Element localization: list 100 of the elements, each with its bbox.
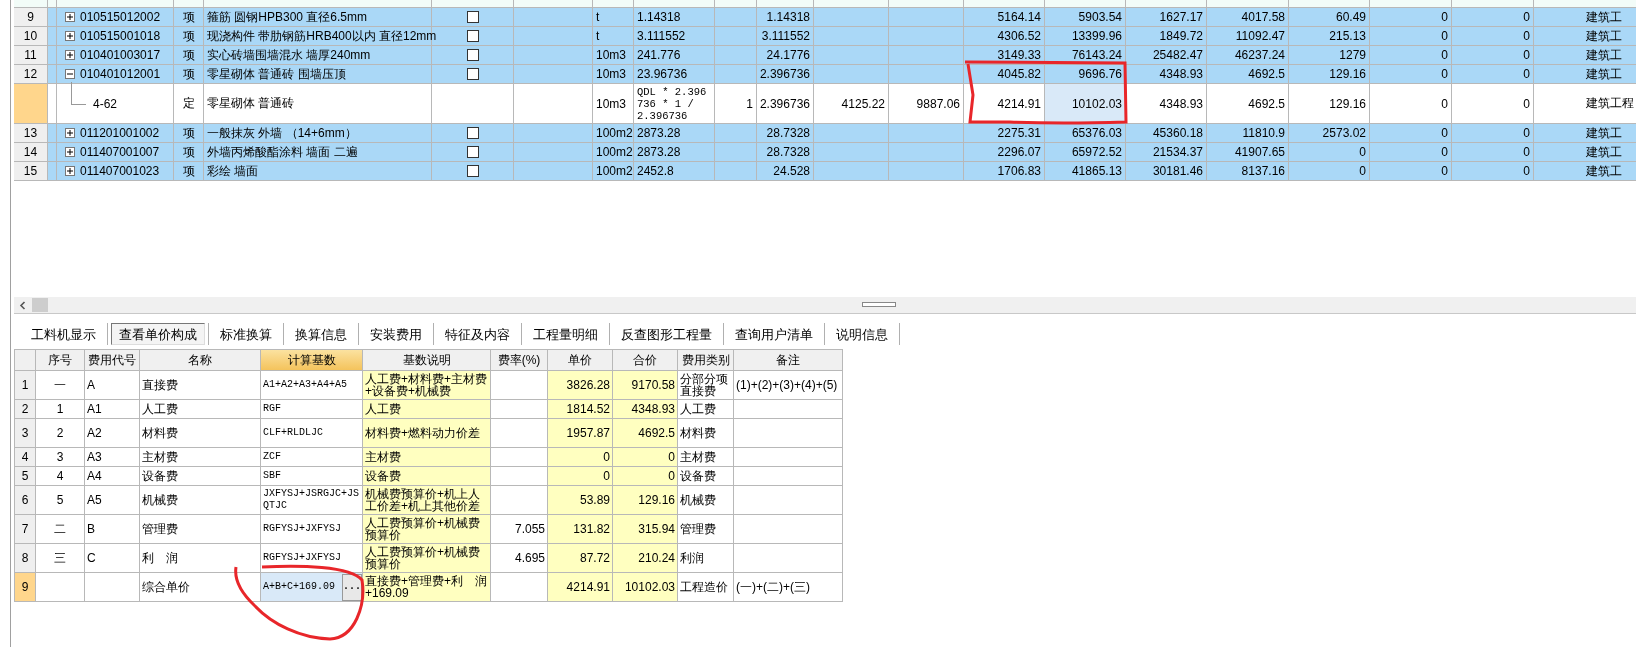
- row-header[interactable]: 7: [15, 515, 36, 544]
- table-cell: 设备费: [140, 467, 261, 486]
- table-cell: 设备费: [678, 467, 734, 486]
- expand-icon[interactable]: [65, 166, 75, 176]
- table-cell: C: [85, 544, 140, 573]
- row-header[interactable]: 11: [14, 46, 48, 65]
- item-code: 011407001023: [80, 164, 160, 178]
- table-cell: 4: [36, 467, 85, 486]
- expand-icon[interactable]: [65, 128, 75, 138]
- table-cell: 利润: [678, 544, 734, 573]
- checkbox[interactable]: [466, 165, 479, 177]
- row-header[interactable]: 6: [15, 486, 36, 515]
- column-header[interactable]: 合价: [613, 350, 678, 371]
- table-cell: 彩绘 墙面: [204, 162, 432, 181]
- checkbox[interactable]: [466, 49, 479, 61]
- tab[interactable]: 查询用户清单: [727, 323, 821, 345]
- checkbox[interactable]: [466, 68, 479, 80]
- edit-cell[interactable]: A+B+C+169.09 ...: [261, 573, 363, 602]
- column-header[interactable]: 费率(%): [491, 350, 548, 371]
- row-header[interactable]: 14: [14, 143, 48, 162]
- tab[interactable]: 查看单价构成: [111, 323, 205, 345]
- column-header[interactable]: 费用代号: [85, 350, 140, 371]
- tab[interactable]: 标准换算: [212, 323, 280, 345]
- row-header[interactable]: 3: [15, 419, 36, 448]
- table-cell: 53.89: [548, 486, 613, 515]
- column-header[interactable]: 费用类别: [678, 350, 734, 371]
- table-cell: A4: [85, 467, 140, 486]
- table-cell: 人工费预算价+机械费预算价: [363, 515, 491, 544]
- expand-icon[interactable]: [65, 31, 75, 41]
- row-header[interactable]: 12: [14, 65, 48, 84]
- column-header[interactable]: 名称: [140, 350, 261, 371]
- table-cell: 0: [1289, 162, 1370, 181]
- table-cell: 3: [36, 448, 85, 467]
- row-header[interactable]: 2: [15, 400, 36, 419]
- row-header[interactable]: 15: [14, 162, 48, 181]
- tab[interactable]: 特征及内容: [437, 323, 518, 345]
- item-code: 010401012001: [80, 67, 161, 81]
- item-code: 4-62: [93, 96, 118, 111]
- table-cell: 管理费: [140, 515, 261, 544]
- table-cell: A5: [85, 486, 140, 515]
- table-cell: 315.94: [613, 515, 678, 544]
- row-header[interactable]: 5: [15, 467, 36, 486]
- tab[interactable]: 工料机显示: [23, 323, 104, 345]
- row-header[interactable]: 13: [14, 124, 48, 143]
- splitter-handle[interactable]: [862, 302, 896, 307]
- expand-icon[interactable]: [65, 147, 75, 157]
- row-header[interactable]: 4: [15, 448, 36, 467]
- table-cell: 分部分项直接费: [678, 371, 734, 400]
- tree-connector: [71, 82, 86, 105]
- table-cell: 管理费: [678, 515, 734, 544]
- table-cell: 100m2: [593, 162, 634, 181]
- tab[interactable]: 换算信息: [287, 323, 355, 345]
- table-cell: 4348.93: [613, 400, 678, 419]
- expand-icon[interactable]: [65, 12, 75, 22]
- table-cell: B: [85, 515, 140, 544]
- table-cell: 2452.8: [634, 162, 715, 181]
- row-header[interactable]: 8: [15, 544, 36, 573]
- checkbox[interactable]: [466, 30, 479, 42]
- column-header[interactable]: 计算基数: [261, 350, 363, 371]
- table-cell: 主材费: [363, 448, 491, 467]
- tab[interactable]: 工程量明细: [525, 323, 606, 345]
- row-header[interactable]: 9: [15, 573, 36, 602]
- column-header[interactable]: 单价: [548, 350, 613, 371]
- tab[interactable]: 反查图形工程量: [613, 323, 720, 345]
- item-code: 010515012002: [80, 10, 161, 24]
- table-cell: 2: [36, 419, 85, 448]
- column-header[interactable]: 序号: [36, 350, 85, 371]
- checkbox[interactable]: [466, 11, 479, 23]
- table-cell: 人工费+材料费+主材费+设备费+机械费: [363, 371, 491, 400]
- table-cell: 人工费: [140, 400, 261, 419]
- checkbox[interactable]: [466, 146, 479, 158]
- item-code: 011407001007: [80, 145, 160, 159]
- item-code: 010515001018: [80, 29, 161, 43]
- table-cell: 4214.91: [548, 573, 613, 602]
- table-cell: 4692.5: [613, 419, 678, 448]
- scrollbar-thumb[interactable]: [32, 298, 48, 312]
- browse-button[interactable]: ...: [342, 573, 362, 601]
- column-header[interactable]: 基数说明: [363, 350, 491, 371]
- row-header[interactable]: 9: [14, 8, 48, 27]
- row-header[interactable]: 10: [14, 27, 48, 46]
- table-cell: 1814.52: [548, 400, 613, 419]
- collapse-icon[interactable]: [65, 69, 75, 79]
- column-header[interactable]: 备注: [734, 350, 843, 371]
- expand-icon[interactable]: [65, 50, 75, 60]
- table-cell: 0: [548, 467, 613, 486]
- table-cell: 直接费: [140, 371, 261, 400]
- table-cell: 10102.03: [1045, 84, 1126, 124]
- tab[interactable]: 说明信息: [828, 323, 896, 345]
- checkbox[interactable]: [466, 127, 479, 139]
- row-header[interactable]: 1: [15, 371, 36, 400]
- table-cell: 24.528: [757, 162, 814, 181]
- table-cell: 主材费: [678, 448, 734, 467]
- tab[interactable]: 安装费用: [362, 323, 430, 345]
- table-cell: 机械费预算价+机上人工价差+机上其他价差: [363, 486, 491, 515]
- table-cell: 工程造价: [678, 573, 734, 602]
- table-cell: 设备费: [363, 467, 491, 486]
- table-cell: 3826.28: [548, 371, 613, 400]
- table-cell: 直接费+管理费+利 润+169.09: [363, 573, 491, 602]
- table-cell: 机械费: [678, 486, 734, 515]
- table-cell: 210.24: [613, 544, 678, 573]
